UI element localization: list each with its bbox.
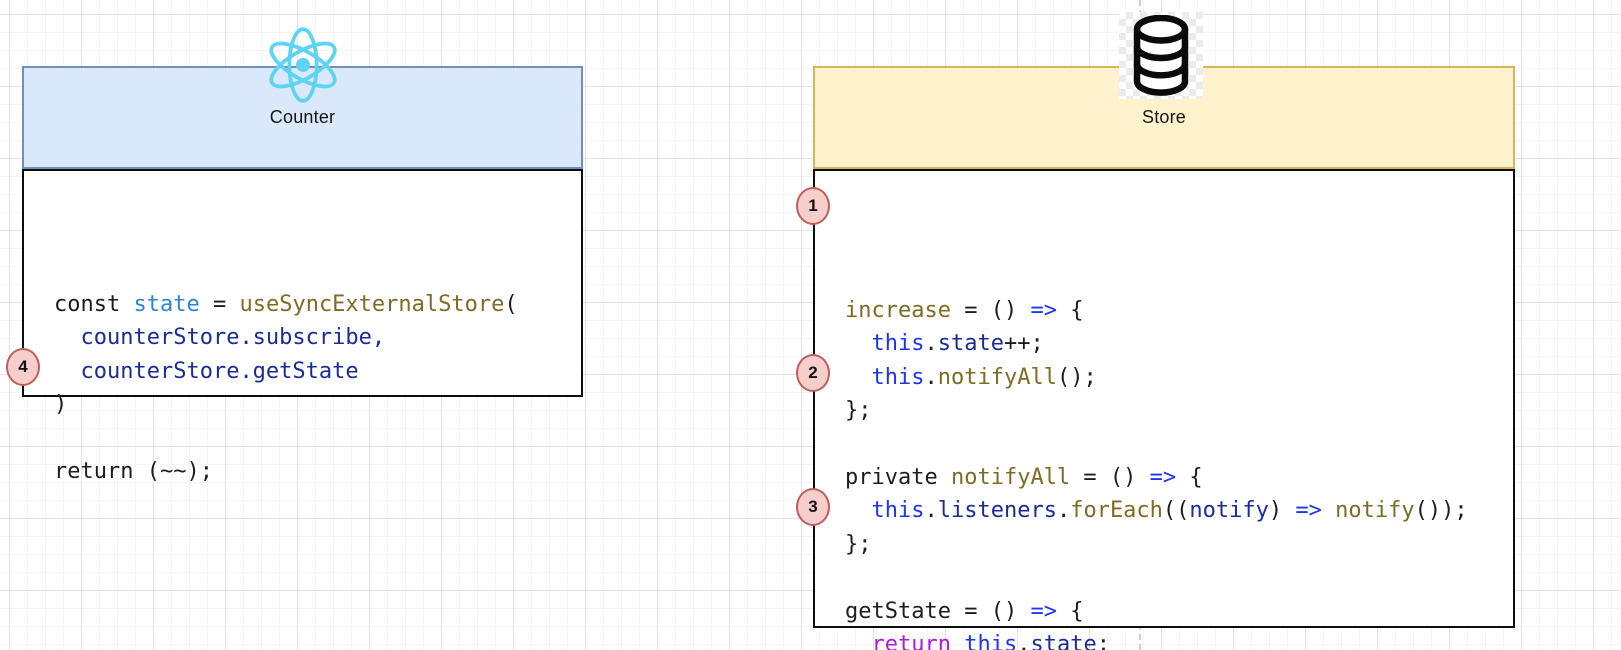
step-badge-2-number: 2 — [808, 363, 817, 383]
counter-body: const state = useSyncExternalStore( coun… — [22, 169, 583, 397]
step-badge-3[interactable]: 3 — [796, 488, 830, 526]
store-title: Store — [1142, 107, 1186, 128]
step-badge-3-number: 3 — [808, 497, 817, 517]
counter-title: Counter — [270, 107, 335, 128]
step-badge-1-number: 1 — [808, 196, 817, 216]
store-code-block-getstate: getState = () => { return this.state;}; — [845, 595, 1110, 650]
database-icon[interactable] — [1119, 12, 1203, 99]
step-badge-4-number: 4 — [18, 357, 27, 377]
counter-node[interactable]: Counter const state = useSyncExternalSto… — [22, 66, 583, 397]
store-body: increase = () => { this.state++; this.no… — [813, 169, 1515, 628]
diagram-canvas: Counter const state = useSyncExternalSto… — [0, 0, 1621, 650]
step-badge-1[interactable]: 1 — [796, 187, 830, 225]
store-code-block-increase: increase = () => { this.state++; this.no… — [845, 294, 1097, 428]
step-badge-2[interactable]: 2 — [796, 354, 830, 392]
store-code-block-notifyall: private notifyAll = () => { this.listene… — [845, 461, 1468, 561]
counter-code: const state = useSyncExternalStore( coun… — [54, 288, 518, 488]
step-badge-4[interactable]: 4 — [6, 348, 40, 386]
react-logo-icon[interactable] — [264, 24, 342, 106]
store-node[interactable]: Store increase = () => { this.state++; t… — [813, 66, 1515, 628]
